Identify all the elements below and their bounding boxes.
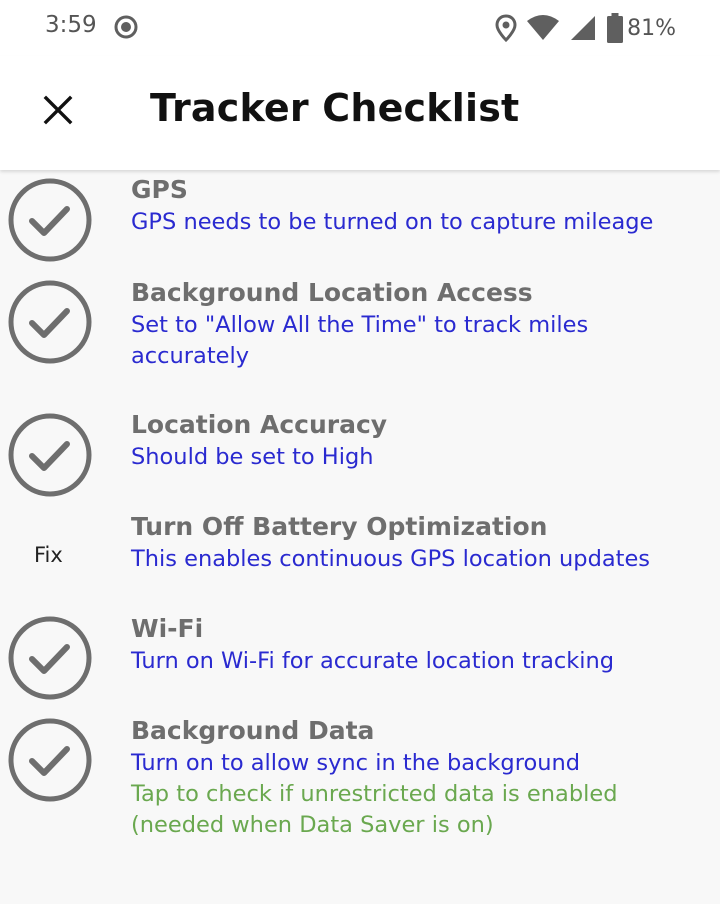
item-description: GPS needs to be turned on to capture mil… <box>131 209 654 235</box>
status-bar: 3:59 81% <box>0 0 720 56</box>
item-text: Location Accuracy Should be set to High <box>131 408 691 473</box>
check-circle-icon <box>8 413 92 497</box>
item-text: Turn Off Battery Optimization This enabl… <box>131 510 691 575</box>
item-description: Turn on Wi-Fi for accurate location trac… <box>131 648 615 674</box>
checklist-item-background-data[interactable]: Background Data Turn on to allow sync in… <box>0 714 720 854</box>
fix-button[interactable]: Fix <box>34 543 63 567</box>
status-icons: 81% <box>495 11 676 45</box>
item-description: Set to "Allow All the Time" to track mil… <box>131 312 589 369</box>
page-title: Tracker Checklist <box>150 86 520 130</box>
battery-percentage: 81% <box>627 15 676 41</box>
item-text: GPS GPS needs to be turned on to capture… <box>131 173 691 238</box>
check-circle-icon <box>8 718 92 802</box>
item-title: Wi-Fi <box>131 614 204 643</box>
battery-icon <box>607 13 624 43</box>
checklist-item-location-accuracy[interactable]: Location Accuracy Should be set to High <box>0 406 720 506</box>
item-text: Wi-Fi Turn on Wi-Fi for accurate locatio… <box>131 612 691 677</box>
wifi-icon <box>527 15 560 40</box>
status-time: 3:59 <box>45 12 97 38</box>
item-text: Background Data Turn on to allow sync in… <box>131 714 631 841</box>
unrestricted-data-hint[interactable]: Tap to check if unrestricted data is ena… <box>131 779 631 841</box>
close-button[interactable] <box>28 80 88 140</box>
close-icon <box>43 95 73 125</box>
item-title: GPS <box>131 175 188 204</box>
check-circle-icon <box>8 178 92 262</box>
cell-signal-icon <box>571 16 596 40</box>
check-circle-icon <box>8 280 92 364</box>
record-icon <box>114 15 138 39</box>
item-description: Turn on to allow sync in the background <box>131 750 581 776</box>
item-title: Background Data <box>131 716 375 745</box>
check-circle-icon <box>8 616 92 700</box>
item-text: Background Location Access Set to "Allow… <box>131 276 611 372</box>
item-description: Should be set to High <box>131 444 374 470</box>
item-description: This enables continuous GPS location upd… <box>131 546 651 572</box>
app-bar: Tracker Checklist <box>0 56 720 170</box>
item-title: Location Accuracy <box>131 410 388 439</box>
checklist-item-background-location[interactable]: Background Location Access Set to "Allow… <box>0 272 720 402</box>
item-title: Background Location Access <box>131 278 533 307</box>
item-title: Turn Off Battery Optimization <box>131 512 548 541</box>
checklist-item-gps[interactable]: GPS GPS needs to be turned on to capture… <box>0 170 720 270</box>
checklist-item-battery-optimization[interactable]: Fix Turn Off Battery Optimization This e… <box>0 510 720 610</box>
checklist-item-wifi[interactable]: Wi-Fi Turn on Wi-Fi for accurate locatio… <box>0 612 720 712</box>
location-pin-icon <box>495 14 517 42</box>
